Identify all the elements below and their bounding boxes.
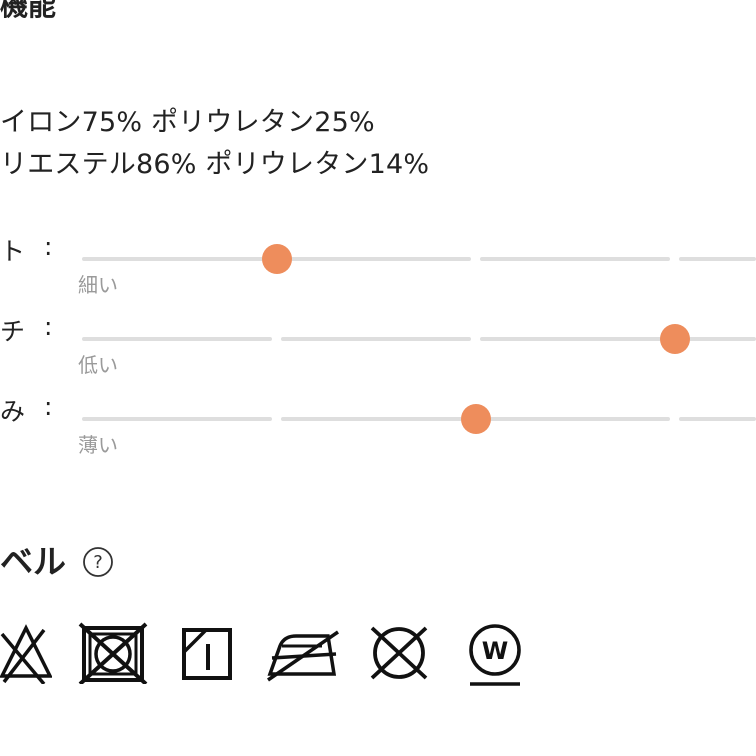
scale-indicator bbox=[262, 244, 292, 274]
scale-track-segment bbox=[480, 337, 670, 341]
scale-colon: : bbox=[44, 232, 53, 261]
scale-colon: : bbox=[44, 392, 53, 421]
scale-label: ト bbox=[0, 237, 26, 266]
scale-row-fit: ト : 細い bbox=[0, 232, 756, 308]
scale-min-label: 細い bbox=[78, 273, 118, 297]
scale-track-segment bbox=[82, 257, 272, 261]
scale-track-segment bbox=[281, 417, 471, 421]
scale-indicator bbox=[660, 324, 690, 354]
line-dry-shade-icon bbox=[182, 628, 232, 680]
scale-track-segment bbox=[82, 337, 272, 341]
scale-label: チ bbox=[0, 317, 26, 346]
no-dry-clean-icon bbox=[370, 626, 428, 680]
scale-track-segment bbox=[480, 417, 670, 421]
iron-low-icon bbox=[267, 630, 339, 682]
scale-colon: : bbox=[44, 312, 53, 341]
help-icon[interactable]: ? bbox=[82, 546, 114, 578]
wet-clean-icon: W bbox=[469, 624, 521, 686]
help-icon-glyph: ? bbox=[93, 552, 103, 573]
no-tumble-dry-icon bbox=[78, 622, 148, 684]
scale-track-segment bbox=[281, 337, 471, 341]
care-label-title: ベル bbox=[0, 542, 66, 581]
scale-track-segment bbox=[679, 417, 756, 421]
scale-row-stretch: チ : 低い bbox=[0, 312, 756, 388]
scale-row-thickness: み : 薄い bbox=[0, 392, 756, 468]
wet-clean-letter: W bbox=[482, 637, 508, 665]
scale-track-segment bbox=[679, 257, 756, 261]
scale-track-segment bbox=[679, 337, 756, 341]
scale-indicator bbox=[461, 404, 491, 434]
no-bleach-icon bbox=[0, 624, 52, 684]
material-line-secondary: リエステル86% ポリウレタン14% bbox=[0, 149, 430, 180]
material-section-title: 機能 bbox=[0, 0, 57, 22]
scale-min-label: 薄い bbox=[78, 433, 118, 457]
scale-track-segment bbox=[281, 257, 471, 261]
scale-track-segment bbox=[480, 257, 670, 261]
scale-track-segment bbox=[82, 417, 272, 421]
scale-min-label: 低い bbox=[78, 353, 118, 377]
scale-label: み bbox=[0, 397, 26, 426]
material-line-primary: イロン75% ポリウレタン25% bbox=[0, 107, 375, 138]
